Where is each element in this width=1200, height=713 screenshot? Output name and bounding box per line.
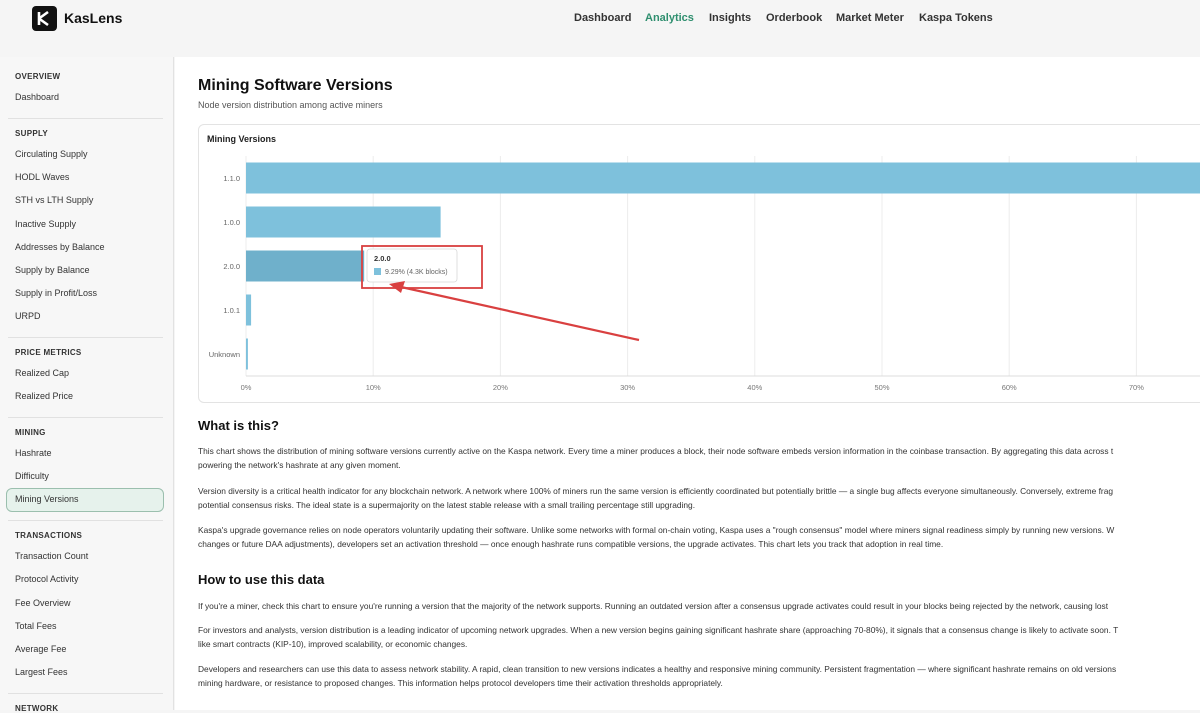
sidebar-item-realized-price[interactable]: Realized Price [15, 391, 73, 401]
sidebar-item-dashboard[interactable]: Dashboard [15, 92, 59, 102]
sidebar-item-mining-versions[interactable]: Mining Versions [15, 494, 79, 504]
sidebar-item-realized-cap[interactable]: Realized Cap [15, 368, 69, 378]
tooltip-swatch [374, 268, 381, 275]
paragraph: For investors and analysts, version dist… [198, 623, 1200, 651]
y-tick-label: 1.1.0 [223, 174, 240, 183]
nav-kaspa-tokens[interactable]: Kaspa Tokens [919, 12, 993, 24]
nav-market-meter[interactable]: Market Meter [836, 12, 904, 24]
tooltip-value: 9.29% (4.3K blocks) [385, 269, 448, 276]
paragraph: If you're a miner, check this chart to e… [198, 599, 1200, 613]
sidebar-item-supply-by-balance[interactable]: Supply by Balance [15, 265, 90, 275]
paragraph-line: Developers and researchers can use this … [198, 664, 1117, 674]
sidebar-divider [8, 693, 163, 694]
paragraph: Developers and researchers can use this … [198, 662, 1200, 690]
sidebar-item-supply-in-profit-loss[interactable]: Supply in Profit/Loss [15, 288, 97, 298]
page-title: Mining Software Versions [198, 77, 393, 94]
x-tick-label: 70% [1129, 383, 1144, 392]
paragraph-line: powering the network's hashrate at any g… [198, 460, 401, 470]
sidebar-item-urpd[interactable]: URPD [15, 311, 41, 321]
sidebar-item-transaction-count[interactable]: Transaction Count [15, 551, 88, 561]
paragraph-line: potential consensus risks. The ideal sta… [198, 500, 696, 510]
paragraph-line: For investors and analysts, version dist… [198, 625, 1119, 635]
sidebar-item-circulating-supply[interactable]: Circulating Supply [15, 149, 88, 159]
sidebar-section-mining: MINING [15, 428, 46, 437]
nav-insights[interactable]: Insights [709, 12, 751, 24]
sidebar-section-network: NETWORK [15, 704, 59, 713]
sidebar-item-hashrate[interactable]: Hashrate [15, 448, 52, 458]
tooltip-title: 2.0.0 [374, 254, 391, 263]
annotation-arrow-line [400, 285, 640, 342]
sidebar-item-fee-overview[interactable]: Fee Overview [15, 598, 71, 608]
paragraph: This chart shows the distribution of min… [198, 444, 1200, 472]
sidebar-item-total-fees[interactable]: Total Fees [15, 621, 57, 631]
x-tick-label: 10% [366, 383, 381, 392]
bar-unknown[interactable] [246, 338, 248, 370]
x-tick-label: 40% [747, 383, 762, 392]
top-navbar: KasLens Dashboard Analytics Insights Ord… [0, 0, 1200, 57]
nav-analytics[interactable]: Analytics [645, 12, 694, 24]
bar-1-0-0[interactable] [246, 206, 441, 238]
section-heading-what-is-this: What is this? [198, 418, 279, 433]
bar-2-0-0[interactable] [246, 250, 365, 282]
sidebar-section-overview: OVERVIEW [15, 72, 61, 81]
nav-dashboard[interactable]: Dashboard [574, 12, 631, 24]
sidebar-item-hodl-waves[interactable]: HODL Waves [15, 172, 69, 182]
sidebar-section-supply: SUPPLY [15, 129, 49, 138]
sidebar-divider [8, 337, 163, 338]
section-heading-how-to-use: How to use this data [198, 572, 325, 587]
y-tick-label: 1.0.1 [223, 306, 240, 315]
sidebar-item-difficulty[interactable]: Difficulty [15, 471, 49, 481]
main-content: Mining Software Versions Node version di… [175, 57, 1200, 710]
sidebar-divider [8, 520, 163, 521]
nav-orderbook[interactable]: Orderbook [766, 12, 822, 24]
y-tick-label: 2.0.0 [223, 262, 240, 271]
paragraph-line: If you're a miner, check this chart to e… [198, 601, 1109, 611]
x-tick-label: 60% [1002, 383, 1017, 392]
sidebar-item-inactive-supply[interactable]: Inactive Supply [15, 219, 76, 229]
paragraph-line: like smart contracts (KIP-10), improved … [198, 639, 468, 649]
sidebar-divider [8, 417, 163, 418]
paragraph-line: changes or future DAA adjustments), deve… [198, 539, 944, 549]
sidebar: OVERVIEW Dashboard SUPPLY Circulating Su… [0, 57, 174, 713]
bar-1-0-1[interactable] [246, 294, 252, 326]
sidebar-divider [8, 118, 163, 119]
brand-name[interactable]: KasLens [64, 10, 122, 26]
annotation-arrow-head [389, 281, 405, 293]
paragraph-line: Version diversity is a critical health i… [198, 486, 1114, 496]
paragraph-line: mining hardware, or resistance to propos… [198, 678, 723, 688]
paragraph: Version diversity is a critical health i… [198, 484, 1200, 512]
bar-1-1-0[interactable] [246, 162, 1200, 194]
x-tick-label: 20% [493, 383, 508, 392]
paragraph-line: This chart shows the distribution of min… [198, 446, 1114, 456]
page-subtitle: Node version distribution among active m… [198, 100, 383, 110]
mining-versions-chart[interactable]: 0% 10% 20% 30% 40% 50% 60% 70% 1.1.0 1.0.0 2.0.0 1.… [199, 125, 1200, 404]
sidebar-item-largest-fees[interactable]: Largest Fees [15, 667, 68, 677]
sidebar-item-sth-vs-lth-supply[interactable]: STH vs LTH Supply [15, 195, 93, 205]
sidebar-item-average-fee[interactable]: Average Fee [15, 644, 66, 654]
sidebar-section-price-metrics: PRICE METRICS [15, 348, 82, 357]
sidebar-item-protocol-activity[interactable]: Protocol Activity [15, 574, 79, 584]
x-tick-label: 50% [874, 383, 889, 392]
logo-mark-icon [37, 10, 49, 27]
chart-card: Mining Versions 0% 10% 20% 30% 40% 50% 60% 70% 1… [198, 124, 1200, 403]
y-tick-label: 1.0.0 [223, 218, 240, 227]
sidebar-section-transactions: TRANSACTIONS [15, 531, 83, 540]
y-tick-label: Unknown [209, 350, 240, 359]
paragraph-line: Kaspa's upgrade governance relies on nod… [198, 525, 1115, 535]
sidebar-item-addresses-by-balance[interactable]: Addresses by Balance [15, 242, 105, 252]
x-tick-label: 30% [620, 383, 635, 392]
x-tick-label: 0% [241, 383, 252, 392]
brand-logo[interactable] [32, 6, 57, 31]
paragraph: Kaspa's upgrade governance relies on nod… [198, 523, 1200, 551]
